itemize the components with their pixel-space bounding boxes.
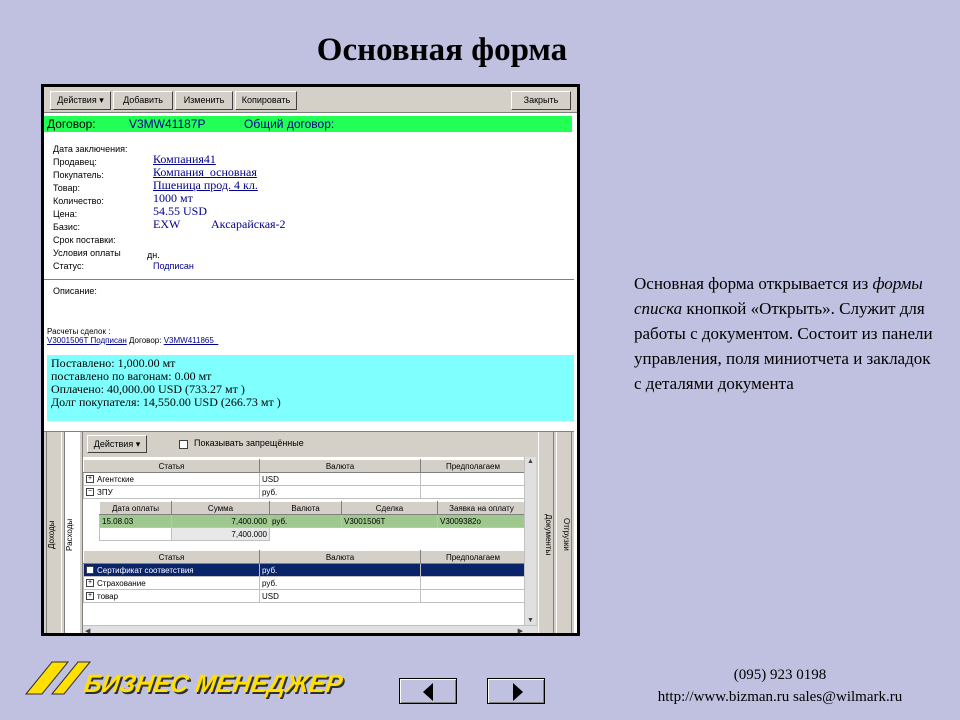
- settlement-contract-link[interactable]: V3MW411865_: [164, 336, 219, 345]
- collapse-icon[interactable]: −: [86, 488, 94, 497]
- show-forbidden-checkbox[interactable]: [179, 440, 188, 449]
- col-sub-currency[interactable]: Валюта: [269, 501, 342, 515]
- document-window: Действия ▾ Добавить Изменить Копировать …: [44, 87, 577, 633]
- settlements-label: Расчеты сделок :: [47, 327, 111, 336]
- screenshot-frame: Действия ▾ Добавить Изменить Копировать …: [41, 84, 580, 636]
- show-forbidden-label: Показывать запрещённые: [194, 438, 304, 448]
- subtotal-value: 7,400.000: [171, 527, 270, 541]
- contract-type: Общий договор:: [244, 117, 335, 131]
- report-line-debt: Долг покупателя: 14,550.00 USD (266.73 м…: [51, 395, 281, 409]
- tab-documents[interactable]: Документы: [538, 432, 554, 633]
- col-article[interactable]: Статья: [83, 459, 260, 473]
- table-row[interactable]: − ЗПУ руб.: [83, 485, 526, 499]
- expenses-pane: Действия ▾ Показывать запрещённые Статья…: [82, 432, 537, 633]
- table-row[interactable]: 15.08.03 7,400.000 руб. V3001506T V30093…: [99, 514, 526, 528]
- expand-icon[interactable]: +: [86, 566, 94, 575]
- toolbar: Действия ▾ Добавить Изменить Копировать …: [44, 87, 577, 113]
- company-logo: БИЗНЕС МЕНЕДЖЕР: [22, 654, 344, 704]
- scroll-up-icon[interactable]: ▲: [527, 458, 534, 465]
- col-deal[interactable]: Сделка: [341, 501, 438, 515]
- expand-icon[interactable]: +: [86, 592, 94, 601]
- slide-title: Основная форма: [316, 32, 568, 68]
- qty-label: Количество:: [53, 196, 104, 206]
- copy-button[interactable]: Копировать: [235, 91, 297, 110]
- col-article-2[interactable]: Статья: [83, 550, 260, 564]
- contract-label: Договор:: [47, 117, 96, 131]
- grid-toolbar: Действия ▾ Показывать запрещённые: [83, 432, 536, 457]
- status-label: Статус:: [53, 261, 84, 271]
- actions-button[interactable]: Действия ▾: [50, 91, 111, 110]
- triangle-right-icon: [513, 683, 523, 701]
- settlement-contract-label: Договор:: [126, 336, 164, 345]
- col-expected-2[interactable]: Предполагаем: [420, 550, 526, 564]
- expand-icon[interactable]: +: [86, 579, 94, 588]
- col-currency[interactable]: Валюта: [259, 459, 421, 473]
- tab-expenses[interactable]: Расходы: [64, 432, 80, 633]
- seller-label: Продавец:: [53, 157, 97, 167]
- expenses-grid-top: Статья Валюта Предполагаем + Агентские US…: [83, 459, 526, 499]
- vertical-scrollbar[interactable]: ▲ ▼: [524, 457, 536, 625]
- divider: [44, 279, 574, 280]
- scroll-right-icon[interactable]: ▶: [518, 627, 523, 633]
- price-label: Цена:: [53, 209, 78, 219]
- col-payment-request[interactable]: Заявка на оплату: [437, 501, 526, 515]
- deal-link[interactable]: V3001506T Подписан: [47, 336, 127, 345]
- payments-subgrid: Дата оплаты Сумма Валюта Сделка Заявка н…: [99, 501, 526, 541]
- goods-label: Товар:: [53, 183, 80, 193]
- col-amount[interactable]: Сумма: [171, 501, 270, 515]
- table-row[interactable]: + Агентские USD: [83, 472, 526, 486]
- mini-report: Поставлено: 1,000.00 мт поставлено по ва…: [47, 355, 574, 421]
- col-expected[interactable]: Предполагаем: [420, 459, 526, 473]
- triangle-left-icon: [423, 683, 433, 701]
- phone: (095) 923 0198: [733, 667, 827, 683]
- prev-slide-button[interactable]: [399, 678, 457, 704]
- description-label: Описание:: [53, 286, 97, 296]
- close-button[interactable]: Закрыть: [511, 91, 571, 110]
- add-button[interactable]: Добавить: [113, 91, 173, 110]
- basis-label: Базис:: [53, 222, 80, 232]
- buyer-label: Покупатель:: [53, 170, 104, 180]
- tab-shipments[interactable]: Отгрузки: [556, 432, 572, 633]
- scroll-down-icon[interactable]: ▼: [527, 617, 534, 624]
- next-slide-button[interactable]: [487, 678, 545, 704]
- basis-place: Аксарайская-2: [211, 217, 286, 231]
- payment-label: Условия оплаты: [53, 248, 121, 258]
- edit-button[interactable]: Изменить: [175, 91, 233, 110]
- subtotal-row: 7,400.000: [99, 527, 526, 541]
- col-currency-2[interactable]: Валюта: [259, 550, 421, 564]
- grid-actions-button[interactable]: Действия ▾: [87, 435, 147, 453]
- contact-info: (095) 923 0198 http://www.bizman.ru sale…: [600, 664, 960, 708]
- col-payment-date[interactable]: Дата оплаты: [99, 501, 172, 515]
- contract-header: Договор: V3MW41187P Общий договор:: [44, 116, 572, 132]
- date-label: Дата заключения:: [53, 144, 128, 154]
- horizontal-scrollbar[interactable]: ◀ ▶: [83, 625, 537, 633]
- tab-income[interactable]: Доходы: [46, 432, 62, 633]
- scroll-left-icon[interactable]: ◀: [85, 627, 90, 633]
- contacts[interactable]: http://www.bizman.ru sales@wilmark.ru: [600, 686, 960, 708]
- basis-value: EXW: [153, 217, 181, 231]
- expenses-grid-bottom: Статья Валюта Предполагаем + Сертификат с…: [83, 550, 526, 603]
- contract-number: V3MW41187P: [129, 117, 206, 131]
- details-panel: Доходы Расходы Действия ▾ Показывать зап…: [44, 431, 574, 633]
- table-row[interactable]: + Страхование руб.: [83, 576, 526, 590]
- table-row[interactable]: + товар USD: [83, 589, 526, 603]
- term-label: Срок поставки:: [53, 235, 116, 245]
- logo-text: БИЗНЕС МЕНЕДЖЕР: [82, 670, 345, 698]
- table-row-selected[interactable]: + Сертификат соответствия руб.: [83, 563, 526, 577]
- slide-description: Основная форма открывается из формы спис…: [634, 274, 933, 393]
- settlements: Расчеты сделок : V3001506T Подписан Дого…: [47, 327, 218, 345]
- payment-value: дн.: [147, 250, 160, 260]
- status-value: Подписан: [153, 261, 194, 271]
- expand-icon[interactable]: +: [86, 475, 94, 484]
